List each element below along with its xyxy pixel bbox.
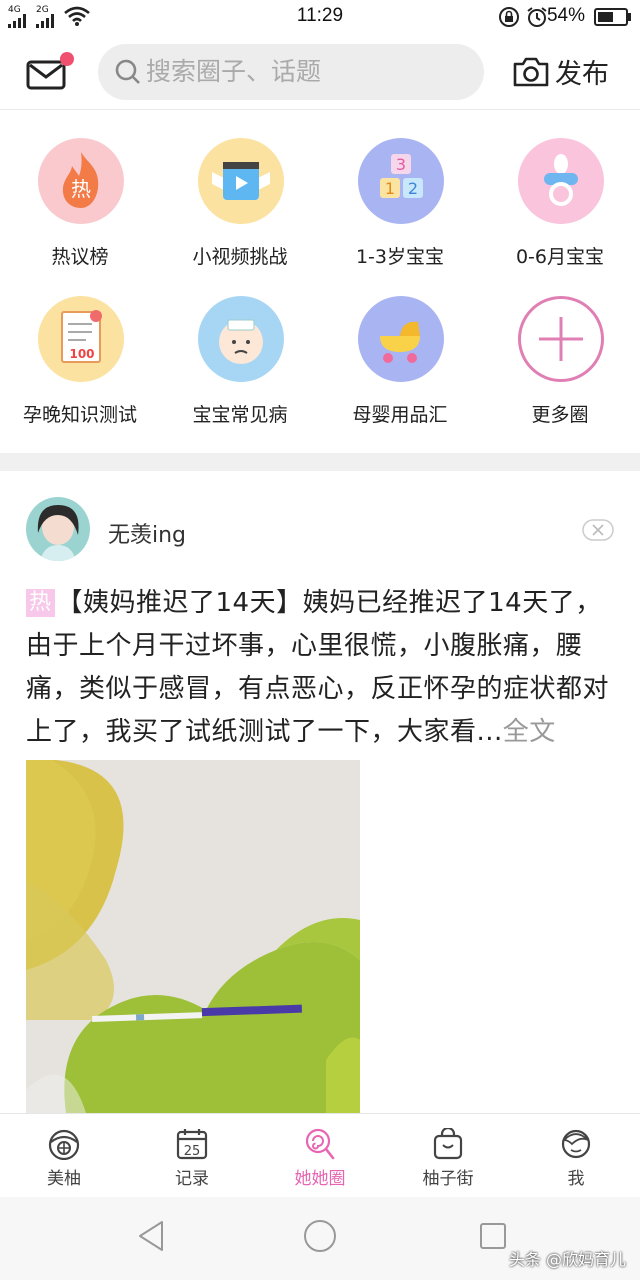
svg-text:热: 热 (71, 177, 91, 201)
number-blocks-icon: 3 1 2 (358, 138, 444, 224)
tab-record[interactable]: 25 记录 (128, 1114, 256, 1198)
messages-button[interactable] (26, 52, 74, 94)
sick-baby-icon (198, 296, 284, 382)
svg-text:2: 2 (408, 179, 418, 198)
publish-label[interactable]: 发布 (555, 52, 609, 91)
category-label: 1-3岁宝宝 (355, 246, 445, 268)
category-label: 热议榜 (51, 246, 109, 268)
shopping-bag-icon (433, 1128, 463, 1160)
recents-icon[interactable] (478, 1221, 508, 1251)
category-hot-ranking[interactable]: 热 热议榜 (0, 138, 160, 298)
grapefruit-icon (48, 1129, 80, 1160)
category-label: 母婴用品汇 (352, 404, 448, 426)
search-input[interactable]: 搜索圈子、话题 (146, 44, 321, 100)
svg-text:100: 100 (69, 347, 94, 361)
alarm-icon (527, 7, 547, 27)
profile-icon (561, 1129, 591, 1159)
hot-tag: 热 (26, 589, 55, 617)
svg-text:1: 1 (385, 179, 395, 198)
category-baby-illness[interactable]: 宝宝常见病 (160, 296, 320, 456)
category-label: 小视频挑战 (192, 246, 288, 268)
tab-youzi-street[interactable]: 柚子街 (384, 1114, 512, 1198)
calendar-icon: 25 (176, 1129, 208, 1160)
category-label: 更多圈 (531, 404, 589, 426)
pacifier-icon (518, 138, 604, 224)
tab-me[interactable]: 我 (512, 1114, 640, 1198)
flame-icon: 热 (38, 138, 124, 224)
category-infant[interactable]: 0-6月宝宝 (480, 138, 640, 298)
category-more-circles[interactable]: 更多圈 (480, 296, 640, 456)
svg-text:3: 3 (396, 155, 406, 174)
camera-icon (513, 57, 549, 87)
rotation-lock-icon (499, 7, 519, 27)
category-pregnancy-quiz[interactable]: 100 孕晚知识测试 (0, 296, 160, 456)
post-image[interactable] (26, 760, 360, 1113)
lollipop-icon (305, 1128, 335, 1160)
close-icon[interactable] (582, 519, 614, 541)
category-toddler[interactable]: 3 1 2 1-3岁宝宝 (320, 138, 480, 298)
tab-tata-circle[interactable]: 她她圈 (256, 1114, 384, 1198)
full-text-link[interactable]: 全文 (503, 717, 556, 747)
svg-text:25: 25 (184, 1144, 201, 1159)
post-content[interactable]: 热【姨妈推迟了14天】姨妈已经推迟了14天了，由于上个月干过坏事，心里很慌，小腹… (26, 582, 622, 754)
status-bar: 4G 2G 11:29 54% (0, 0, 640, 34)
plus-circle-icon (518, 296, 604, 382)
post-username[interactable]: 无羡ing (108, 517, 186, 549)
category-label: 0-6月宝宝 (515, 246, 605, 268)
search-bar[interactable]: 搜索圈子、话题 (98, 44, 484, 100)
bottom-tab-bar: 美柚 25 记录 她她圈 柚子街 我 (0, 1113, 640, 1197)
tab-label: 她她圈 (294, 1169, 346, 1189)
category-video-challenge[interactable]: 小视频挑战 (160, 138, 320, 298)
tab-label: 美柚 (47, 1169, 81, 1189)
search-icon (115, 59, 140, 84)
battery-icon (594, 8, 631, 26)
back-icon[interactable] (136, 1219, 166, 1253)
category-label: 宝宝常见病 (192, 404, 288, 426)
tab-label: 我 (567, 1169, 585, 1189)
home-icon[interactable] (303, 1219, 337, 1253)
tab-label: 记录 (175, 1169, 209, 1189)
tab-meiyou[interactable]: 美柚 (0, 1114, 128, 1198)
notification-dot (60, 52, 74, 66)
watermark: 头条 @欣妈育儿 (508, 1250, 626, 1269)
tab-label: 柚子街 (422, 1169, 474, 1189)
battery-percent: 54% (546, 5, 585, 26)
top-header: 搜索圈子、话题 发布 (0, 34, 640, 110)
post-title: 【姨妈推迟了14天】 (56, 588, 303, 618)
exam-paper-icon: 100 (38, 296, 124, 382)
category-label: 孕晚知识测试 (22, 404, 137, 426)
section-divider (0, 453, 640, 471)
avatar[interactable] (26, 497, 90, 561)
category-baby-products[interactable]: 母婴用品汇 (320, 296, 480, 456)
stroller-icon (358, 296, 444, 382)
video-play-icon (198, 138, 284, 224)
